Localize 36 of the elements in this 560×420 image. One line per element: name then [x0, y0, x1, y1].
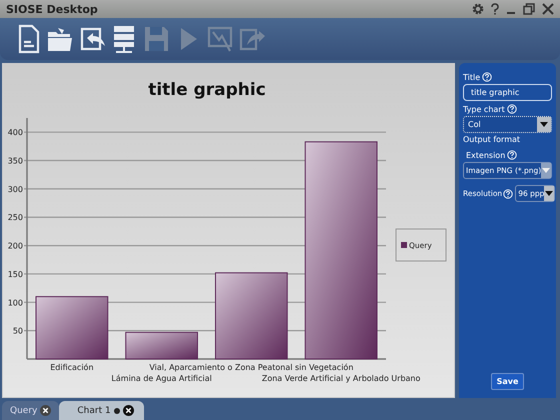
restore-icon[interactable] — [523, 3, 535, 15]
save-button[interactable]: Save — [490, 373, 524, 390]
axis-tick-label: 350 — [8, 156, 23, 166]
help-icon[interactable] — [503, 188, 514, 198]
help-icon[interactable] — [506, 104, 517, 114]
axis-tick-label: 250 — [8, 213, 23, 222]
axis-tick-label: 50 — [12, 326, 23, 336]
help-icon[interactable] — [507, 150, 518, 160]
chart-type-dropdown[interactable]: Col — [463, 116, 552, 133]
dropdown-arrow-icon — [545, 191, 554, 196]
field-label: Title — [463, 72, 480, 82]
axis-tick-label: 200 — [8, 242, 23, 251]
settings-icon[interactable] — [472, 3, 484, 15]
axis-tick-label: 100 — [8, 298, 23, 308]
tab[interactable]: Chart 1 — [59, 401, 144, 420]
field-label: Extension — [466, 150, 506, 160]
window-title: SIOSE Desktop — [6, 2, 98, 16]
section-label: Output format — [463, 135, 522, 144]
dropdown-arrow-icon — [540, 122, 548, 127]
close-icon[interactable] — [122, 405, 134, 416]
tab[interactable]: Query — [2, 401, 60, 420]
category-label: Lámina de Agua Artificial — [111, 374, 212, 383]
title-field[interactable]: title graphic — [463, 84, 552, 101]
help-icon[interactable] — [491, 3, 499, 15]
axis-tick-label: 300 — [8, 184, 23, 194]
field-label: Type chart — [463, 104, 505, 114]
category-label: Zona Verde Artificial y Arbolado Urbano — [262, 374, 420, 383]
legend-background — [396, 228, 446, 262]
axis-tick-label: 150 — [8, 270, 23, 279]
category-label: Vial, Aparcamiento o Zona Peatonal sin Vegetación — [149, 363, 354, 372]
category-label: Edificación — [50, 363, 94, 372]
chart-title: title graphic — [148, 80, 266, 100]
help-icon[interactable] — [482, 72, 492, 82]
close-icon[interactable] — [40, 405, 52, 416]
axis-tick-label: 400 — [8, 128, 23, 138]
dropdown-arrow-icon — [542, 168, 550, 173]
